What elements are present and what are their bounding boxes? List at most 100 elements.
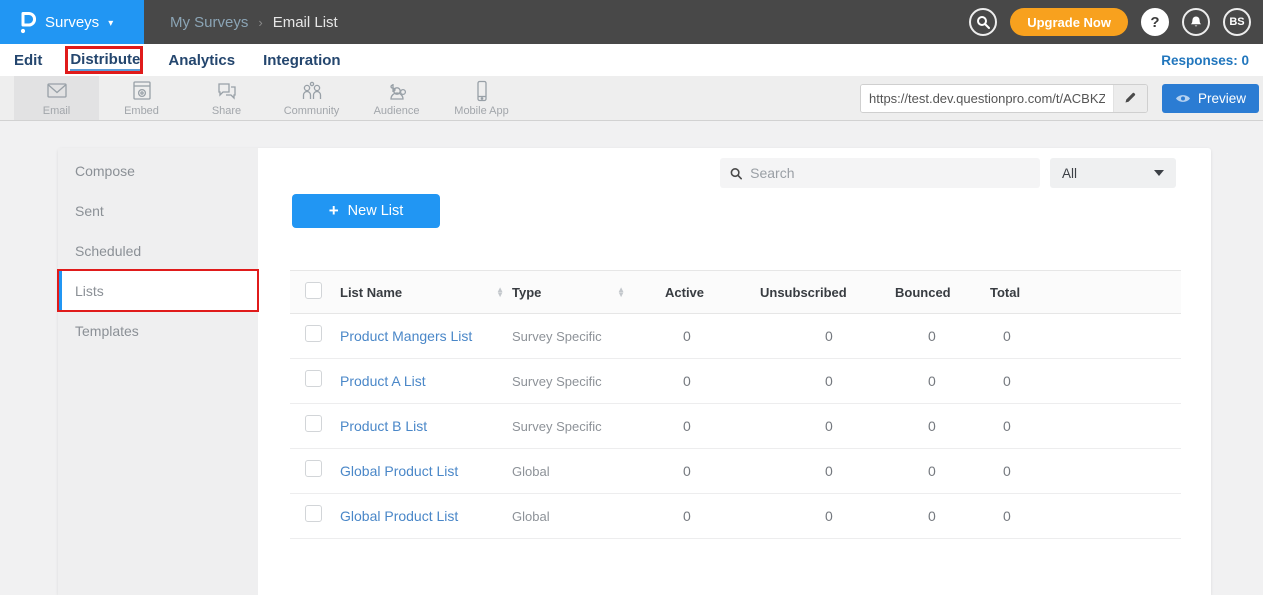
list-type: Survey Specific bbox=[512, 329, 602, 344]
toolbar-item-community[interactable]: Community bbox=[269, 76, 354, 120]
new-list-button[interactable]: + New List bbox=[292, 194, 440, 228]
filter-selected-value: All bbox=[1062, 166, 1077, 181]
sidebar-item-lists[interactable]: Lists bbox=[58, 271, 258, 311]
product-switcher[interactable]: Surveys ▾ bbox=[0, 0, 144, 44]
column-active: Active bbox=[655, 285, 755, 300]
list-search-box bbox=[720, 158, 1040, 188]
notifications-button[interactable] bbox=[1182, 8, 1210, 36]
toolbar-item-label: Embed bbox=[124, 105, 159, 117]
email-lists-panel: Compose Sent Scheduled Lists Templates A… bbox=[58, 148, 1211, 595]
email-sidebar: Compose Sent Scheduled Lists Templates bbox=[58, 148, 258, 595]
breadcrumb-current: Email List bbox=[273, 14, 338, 31]
email-lists-table: List Name ▲▼ Type ▲▼ Active Unsubscribed… bbox=[290, 270, 1181, 539]
survey-url-wrap bbox=[860, 84, 1148, 113]
table-row: Global Product List Global 0 0 0 0 bbox=[290, 449, 1181, 494]
toolbar-item-label: Email bbox=[43, 105, 71, 117]
breadcrumb-separator: › bbox=[258, 15, 262, 30]
sidebar-item-sent[interactable]: Sent bbox=[58, 191, 258, 231]
column-total: Total bbox=[985, 285, 1181, 300]
help-button[interactable]: ? bbox=[1141, 8, 1169, 36]
page-body: Compose Sent Scheduled Lists Templates A… bbox=[0, 121, 1263, 595]
sort-icon[interactable]: ▲▼ bbox=[496, 287, 504, 297]
bounced-count: 0 bbox=[890, 373, 985, 389]
total-count: 0 bbox=[985, 463, 1181, 479]
sidebar-item-templates[interactable]: Templates bbox=[58, 311, 258, 351]
chevron-down-icon bbox=[1154, 170, 1164, 176]
row-checkbox[interactable] bbox=[305, 325, 322, 342]
questionpro-logo-icon bbox=[16, 9, 36, 35]
list-name-link[interactable]: Product Mangers List bbox=[340, 328, 472, 344]
bounced-count: 0 bbox=[890, 508, 985, 524]
column-type: Type bbox=[512, 285, 541, 300]
toolbar-item-share[interactable]: Share bbox=[184, 76, 269, 120]
list-type: Global bbox=[512, 509, 550, 524]
table-row: Global Product List Global 0 0 0 0 bbox=[290, 494, 1181, 539]
toolbar-item-audience[interactable]: Audience bbox=[354, 76, 439, 120]
unsubscribed-count: 0 bbox=[755, 508, 890, 524]
toolbar-item-mobile-app[interactable]: Mobile App bbox=[439, 76, 524, 120]
toolbar-item-embed[interactable]: Embed bbox=[99, 76, 184, 120]
upgrade-now-button[interactable]: Upgrade Now bbox=[1010, 8, 1128, 36]
avatar[interactable]: BS bbox=[1223, 8, 1251, 36]
breadcrumb-my-surveys[interactable]: My Surveys bbox=[170, 14, 248, 31]
list-type: Global bbox=[512, 464, 550, 479]
unsubscribed-count: 0 bbox=[755, 418, 890, 434]
sort-icon[interactable]: ▲▼ bbox=[617, 287, 625, 297]
list-name-link[interactable]: Global Product List bbox=[340, 508, 458, 524]
table-row: Product A List Survey Specific 0 0 0 0 bbox=[290, 359, 1181, 404]
preview-button[interactable]: Preview bbox=[1162, 84, 1259, 113]
product-menu-label: Surveys bbox=[45, 14, 99, 31]
survey-url-group: Preview bbox=[860, 76, 1263, 120]
preview-button-label: Preview bbox=[1198, 91, 1246, 106]
eye-icon bbox=[1175, 93, 1191, 104]
filter-row: All bbox=[258, 158, 1211, 188]
row-checkbox[interactable] bbox=[305, 415, 322, 432]
chevron-down-icon: ▾ bbox=[108, 18, 113, 29]
new-list-button-label: New List bbox=[348, 203, 404, 219]
column-unsubscribed: Unsubscribed bbox=[755, 285, 890, 300]
email-icon bbox=[45, 80, 69, 102]
row-checkbox[interactable] bbox=[305, 460, 322, 477]
toolbar-item-email[interactable]: Email bbox=[14, 76, 99, 120]
select-all-checkbox[interactable] bbox=[305, 282, 322, 299]
table-header-row: List Name ▲▼ Type ▲▼ Active Unsubscribed… bbox=[290, 270, 1181, 314]
survey-url-input[interactable] bbox=[861, 85, 1113, 112]
active-count: 0 bbox=[655, 508, 755, 524]
lists-content: All + New List List Name ▲▼ Type bbox=[258, 148, 1211, 595]
tab-integration[interactable]: Integration bbox=[263, 50, 341, 70]
sidebar-item-compose[interactable]: Compose bbox=[58, 151, 258, 191]
total-count: 0 bbox=[985, 418, 1181, 434]
list-name-link[interactable]: Product A List bbox=[340, 373, 426, 389]
total-count: 0 bbox=[985, 508, 1181, 524]
bounced-count: 0 bbox=[890, 463, 985, 479]
pencil-icon bbox=[1123, 91, 1137, 105]
share-icon bbox=[215, 80, 239, 102]
tab-distribute[interactable]: Distribute bbox=[70, 49, 140, 71]
active-count: 0 bbox=[655, 418, 755, 434]
plus-icon: + bbox=[329, 201, 339, 221]
distribute-toolbar: Email Embed Share Community A bbox=[0, 76, 1263, 121]
tab-analytics[interactable]: Analytics bbox=[168, 50, 235, 70]
search-icon bbox=[976, 15, 990, 29]
active-count: 0 bbox=[655, 373, 755, 389]
total-count: 0 bbox=[985, 373, 1181, 389]
list-name-link[interactable]: Global Product List bbox=[340, 463, 458, 479]
toolbar-item-label: Mobile App bbox=[454, 105, 508, 117]
sidebar-item-scheduled[interactable]: Scheduled bbox=[58, 231, 258, 271]
row-checkbox[interactable] bbox=[305, 370, 322, 387]
responses-count[interactable]: Responses: 0 bbox=[1161, 53, 1249, 68]
table-row: Product Mangers List Survey Specific 0 0… bbox=[290, 314, 1181, 359]
column-list-name: List Name bbox=[340, 285, 402, 300]
edit-url-button[interactable] bbox=[1113, 85, 1147, 112]
audience-icon bbox=[384, 80, 410, 102]
list-type-filter[interactable]: All bbox=[1050, 158, 1176, 188]
embed-icon bbox=[130, 80, 154, 102]
list-name-link[interactable]: Product B List bbox=[340, 418, 427, 434]
tab-edit[interactable]: Edit bbox=[14, 50, 42, 70]
bounced-count: 0 bbox=[890, 328, 985, 344]
unsubscribed-count: 0 bbox=[755, 328, 890, 344]
list-type: Survey Specific bbox=[512, 374, 602, 389]
search-input[interactable] bbox=[750, 165, 1030, 181]
search-button[interactable] bbox=[969, 8, 997, 36]
row-checkbox[interactable] bbox=[305, 505, 322, 522]
